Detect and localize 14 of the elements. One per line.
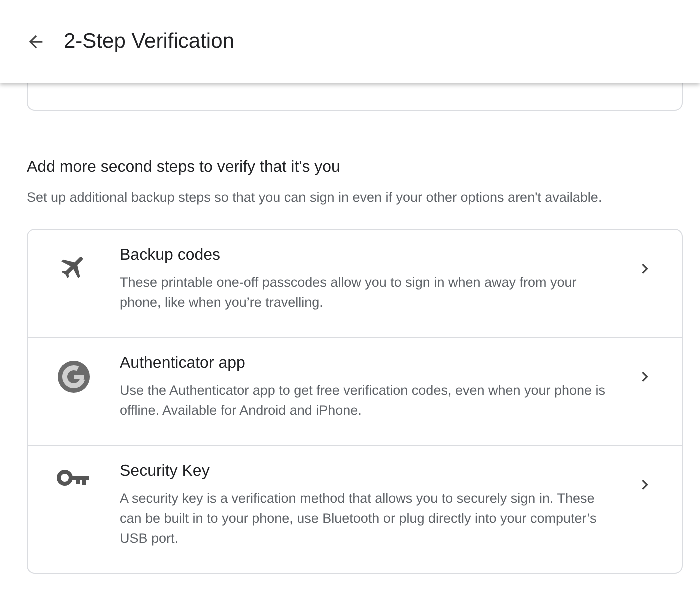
- option-title: Authenticator app: [120, 355, 246, 373]
- section-heading: Add more second steps to verify that it's you: [27, 159, 342, 177]
- option-description: These printable one-off passcodes allow you to sign in when away from your phone, like when you’re travelling.: [120, 274, 578, 312]
- option-row[interactable]: Authenticator app Use the Authenticator app to get free verification codes, even when your phone is offline. Available for Android and iPhone.: [28, 338, 682, 446]
- option-row[interactable]: Backup codes These printable one-off passcodes allow you to sign in when away from your phone, like when you’re travelling.: [28, 230, 682, 338]
- option-title: Backup codes: [120, 247, 222, 265]
- option-title: Security Key: [120, 463, 211, 481]
- option-description: A security key is a verification method that allows you to securely sign in. These can be built in to your phone, use Bluetooth or plug directly into your computer’s USB port.: [120, 490, 598, 548]
- option-description: Use the Authenticator app to get free verification codes, even when your phone is offline. Available for Android and iPhone.: [120, 382, 607, 420]
- page-title: 2-Step Verification: [64, 30, 234, 54]
- section-subtitle: Set up additional backup steps so that you can sign in even if your other options aren't available.: [27, 190, 604, 205]
- authenticator-icon: [57, 360, 91, 394]
- option-row[interactable]: Security Key A security key is a verification method that allows you to securely sign in. These can be built in to your phone, use Bluetooth or plug directly into your computer’s USB port.: [28, 446, 682, 573]
- key-icon: [57, 468, 91, 488]
